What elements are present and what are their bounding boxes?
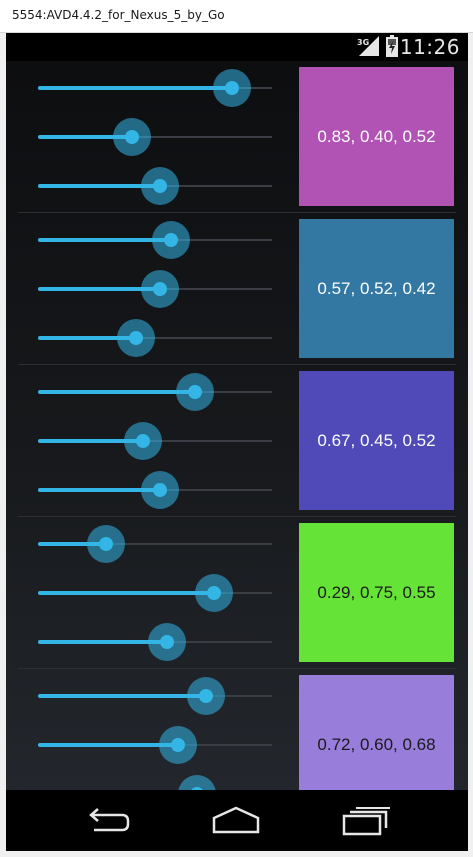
color-slider[interactable] — [38, 166, 272, 206]
list-item: 0.57, 0.52, 0.42 — [6, 213, 468, 365]
slider-thumb[interactable] — [159, 635, 174, 649]
color-swatch: 0.57, 0.52, 0.42 — [299, 219, 454, 358]
color-swatch: 0.67, 0.45, 0.52 — [299, 371, 454, 510]
list-item: 0.29, 0.75, 0.55 — [6, 517, 468, 669]
swatch-value-label: 0.57, 0.52, 0.42 — [317, 278, 436, 298]
slider-thumb[interactable] — [206, 586, 221, 600]
color-slider[interactable] — [38, 774, 272, 790]
signal-3g-icon: 3G — [357, 36, 379, 56]
slider-thumb[interactable] — [98, 537, 113, 551]
slider-thumb[interactable] — [152, 282, 167, 296]
color-slider[interactable] — [38, 573, 272, 613]
slider-thumb[interactable] — [152, 179, 167, 193]
device-screen: 3G 11:26 0.83, 0.40, 0.52 0.57, 0.52, 0.4… — [6, 33, 468, 851]
slider-fill — [38, 86, 233, 90]
list-item: 0.72, 0.60, 0.68 — [6, 669, 468, 790]
color-slider[interactable] — [38, 269, 272, 309]
list-item: 0.67, 0.45, 0.52 — [6, 365, 468, 517]
color-slider[interactable] — [38, 676, 272, 716]
color-slider[interactable] — [38, 470, 272, 510]
back-icon[interactable] — [78, 804, 134, 838]
color-slider[interactable] — [38, 524, 272, 564]
emulator-window: 5554:AVD4.4.2_for_Nexus_5_by_Go 3G 11:26… — [0, 0, 473, 857]
color-slider[interactable] — [38, 421, 272, 461]
svg-text:3G: 3G — [357, 38, 369, 47]
status-bar: 3G 11:26 — [6, 33, 468, 61]
color-slider[interactable] — [38, 318, 272, 358]
color-swatch: 0.29, 0.75, 0.55 — [299, 523, 454, 662]
slider-fill — [38, 694, 207, 698]
color-list[interactable]: 0.83, 0.40, 0.52 0.57, 0.52, 0.42 0.67, 0.… — [6, 61, 468, 790]
slider-fill — [38, 591, 214, 595]
home-icon[interactable] — [208, 804, 264, 838]
window-title: 5554:AVD4.4.2_for_Nexus_5_by_Go — [12, 8, 225, 22]
status-time: 11:26 — [399, 35, 460, 59]
swatch-value-label: 0.67, 0.45, 0.52 — [317, 430, 436, 450]
color-slider[interactable] — [38, 622, 272, 662]
navigation-bar — [6, 790, 468, 851]
swatch-value-label: 0.83, 0.40, 0.52 — [317, 126, 436, 146]
color-slider[interactable] — [38, 725, 272, 765]
color-slider[interactable] — [38, 372, 272, 412]
color-swatch: 0.83, 0.40, 0.52 — [299, 67, 454, 206]
color-slider[interactable] — [38, 68, 272, 108]
slider-fill — [38, 238, 172, 242]
slider-thumb[interactable] — [152, 483, 167, 497]
color-swatch: 0.72, 0.60, 0.68 — [299, 675, 454, 790]
battery-icon — [386, 35, 398, 57]
swatch-value-label: 0.29, 0.75, 0.55 — [317, 582, 436, 602]
slider-fill — [38, 743, 179, 747]
slider-thumb[interactable] — [187, 385, 202, 399]
window-titlebar[interactable]: 5554:AVD4.4.2_for_Nexus_5_by_Go — [0, 0, 473, 33]
list-item: 0.83, 0.40, 0.52 — [6, 61, 468, 213]
color-slider[interactable] — [38, 117, 272, 157]
color-slider[interactable] — [38, 220, 272, 260]
swatch-value-label: 0.72, 0.60, 0.68 — [317, 734, 436, 754]
slider-thumb[interactable] — [124, 130, 139, 144]
slider-fill — [38, 390, 195, 394]
recents-icon[interactable] — [338, 804, 394, 838]
